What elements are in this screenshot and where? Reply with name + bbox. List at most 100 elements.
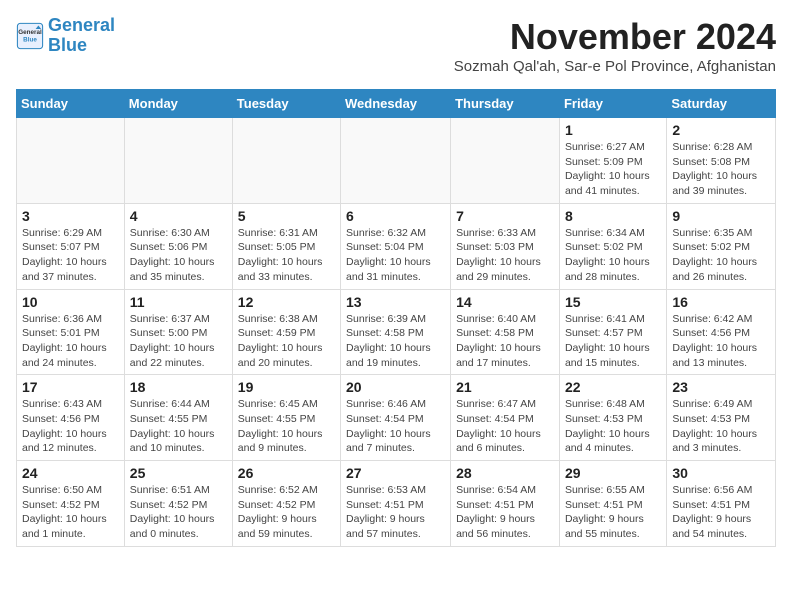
calendar-cell: 10Sunrise: 6:36 AMSunset: 5:01 PMDayligh… [17, 289, 125, 375]
calendar-cell: 3Sunrise: 6:29 AMSunset: 5:07 PMDaylight… [17, 203, 125, 289]
weekday-header-sunday: Sunday [17, 90, 125, 118]
day-info: Sunrise: 6:33 AMSunset: 5:03 PMDaylight:… [456, 226, 554, 285]
calendar-cell [341, 118, 451, 204]
day-info: Sunrise: 6:40 AMSunset: 4:58 PMDaylight:… [456, 312, 554, 371]
calendar-cell: 6 Sunrise: 6:32 AMSunset: 5:04 PMDaylight… [341, 203, 451, 289]
day-number: 5 [238, 208, 335, 224]
day-number: 25 [130, 465, 227, 481]
location-subtitle: Sozmah Qal'ah, Sar-e Pol Province, Afgha… [454, 58, 776, 75]
day-number: 6 [346, 208, 445, 224]
day-info: Sunrise: 6:42 AMSunset: 4:56 PMDaylight:… [672, 312, 770, 371]
calendar-cell: 16 Sunrise: 6:42 AMSunset: 4:56 PMDayligh… [667, 289, 776, 375]
day-info: Sunrise: 6:45 AMSunset: 4:55 PMDaylight:… [238, 397, 335, 456]
calendar-cell: 23 Sunrise: 6:49 AMSunset: 4:53 PMDayligh… [667, 375, 776, 461]
day-number: 21 [456, 379, 554, 395]
calendar-cell: 24Sunrise: 6:50 AMSunset: 4:52 PMDayligh… [17, 461, 125, 547]
day-info: Sunrise: 6:51 AMSunset: 4:52 PMDaylight:… [130, 483, 227, 542]
weekday-header-friday: Friday [559, 90, 666, 118]
month-title: November 2024 [454, 16, 776, 58]
day-number: 2 [672, 122, 770, 138]
calendar-cell: 21 Sunrise: 6:47 AMSunset: 4:54 PMDayligh… [451, 375, 560, 461]
day-number: 8 [565, 208, 661, 224]
day-info: Sunrise: 6:41 AMSunset: 4:57 PMDaylight:… [565, 312, 661, 371]
calendar-cell: 28 Sunrise: 6:54 AMSunset: 4:51 PMDayligh… [451, 461, 560, 547]
calendar-cell: 13 Sunrise: 6:39 AMSunset: 4:58 PMDayligh… [341, 289, 451, 375]
weekday-header-row: SundayMondayTuesdayWednesdayThursdayFrid… [17, 90, 776, 118]
weekday-header-thursday: Thursday [451, 90, 560, 118]
day-info: Sunrise: 6:43 AMSunset: 4:56 PMDaylight:… [22, 397, 119, 456]
calendar-cell: 27 Sunrise: 6:53 AMSunset: 4:51 PMDayligh… [341, 461, 451, 547]
calendar-cell: 17Sunrise: 6:43 AMSunset: 4:56 PMDayligh… [17, 375, 125, 461]
calendar-cell: 9 Sunrise: 6:35 AMSunset: 5:02 PMDaylight… [667, 203, 776, 289]
calendar-week-row: 17Sunrise: 6:43 AMSunset: 4:56 PMDayligh… [17, 375, 776, 461]
calendar-week-row: 1 Sunrise: 6:27 AMSunset: 5:09 PMDaylight… [17, 118, 776, 204]
calendar-cell: 18Sunrise: 6:44 AMSunset: 4:55 PMDayligh… [124, 375, 232, 461]
day-number: 16 [672, 294, 770, 310]
weekday-header-tuesday: Tuesday [232, 90, 340, 118]
day-info: Sunrise: 6:44 AMSunset: 4:55 PMDaylight:… [130, 397, 227, 456]
calendar-cell: 29 Sunrise: 6:55 AMSunset: 4:51 PMDayligh… [559, 461, 666, 547]
day-number: 26 [238, 465, 335, 481]
day-info: Sunrise: 6:27 AMSunset: 5:09 PMDaylight:… [565, 140, 661, 199]
calendar-cell: 30Sunrise: 6:56 AMSunset: 4:51 PMDayligh… [667, 461, 776, 547]
calendar-cell: 14 Sunrise: 6:40 AMSunset: 4:58 PMDayligh… [451, 289, 560, 375]
day-number: 1 [565, 122, 661, 138]
day-info: Sunrise: 6:39 AMSunset: 4:58 PMDaylight:… [346, 312, 445, 371]
calendar-cell [451, 118, 560, 204]
day-info: Sunrise: 6:49 AMSunset: 4:53 PMDaylight:… [672, 397, 770, 456]
day-info: Sunrise: 6:30 AMSunset: 5:06 PMDaylight:… [130, 226, 227, 285]
calendar-cell: 19 Sunrise: 6:45 AMSunset: 4:55 PMDayligh… [232, 375, 340, 461]
day-number: 13 [346, 294, 445, 310]
day-number: 14 [456, 294, 554, 310]
calendar-cell: 25 Sunrise: 6:51 AMSunset: 4:52 PMDayligh… [124, 461, 232, 547]
calendar-table: SundayMondayTuesdayWednesdayThursdayFrid… [16, 89, 776, 547]
calendar-cell: 20Sunrise: 6:46 AMSunset: 4:54 PMDayligh… [341, 375, 451, 461]
day-number: 20 [346, 379, 445, 395]
day-info: Sunrise: 6:48 AMSunset: 4:53 PMDaylight:… [565, 397, 661, 456]
calendar-week-row: 3Sunrise: 6:29 AMSunset: 5:07 PMDaylight… [17, 203, 776, 289]
title-section: November 2024 Sozmah Qal'ah, Sar-e Pol P… [454, 16, 776, 83]
day-info: Sunrise: 6:36 AMSunset: 5:01 PMDaylight:… [22, 312, 119, 371]
day-number: 4 [130, 208, 227, 224]
weekday-header-wednesday: Wednesday [341, 90, 451, 118]
day-number: 24 [22, 465, 119, 481]
day-info: Sunrise: 6:52 AMSunset: 4:52 PMDaylight:… [238, 483, 335, 542]
day-info: Sunrise: 6:31 AMSunset: 5:05 PMDaylight:… [238, 226, 335, 285]
day-number: 11 [130, 294, 227, 310]
calendar-cell: 8Sunrise: 6:34 AMSunset: 5:02 PMDaylight… [559, 203, 666, 289]
calendar-cell: 5 Sunrise: 6:31 AMSunset: 5:05 PMDaylight… [232, 203, 340, 289]
day-info: Sunrise: 6:32 AMSunset: 5:04 PMDaylight:… [346, 226, 445, 285]
day-number: 15 [565, 294, 661, 310]
calendar-cell: 26 Sunrise: 6:52 AMSunset: 4:52 PMDayligh… [232, 461, 340, 547]
calendar-cell: 22Sunrise: 6:48 AMSunset: 4:53 PMDayligh… [559, 375, 666, 461]
calendar-cell [17, 118, 125, 204]
day-info: Sunrise: 6:54 AMSunset: 4:51 PMDaylight:… [456, 483, 554, 542]
day-number: 27 [346, 465, 445, 481]
calendar-cell: 4 Sunrise: 6:30 AMSunset: 5:06 PMDaylight… [124, 203, 232, 289]
weekday-header-saturday: Saturday [667, 90, 776, 118]
day-number: 30 [672, 465, 770, 481]
day-number: 7 [456, 208, 554, 224]
day-info: Sunrise: 6:53 AMSunset: 4:51 PMDaylight:… [346, 483, 445, 542]
calendar-cell: 1 Sunrise: 6:27 AMSunset: 5:09 PMDaylight… [559, 118, 666, 204]
day-info: Sunrise: 6:35 AMSunset: 5:02 PMDaylight:… [672, 226, 770, 285]
calendar-week-row: 24Sunrise: 6:50 AMSunset: 4:52 PMDayligh… [17, 461, 776, 547]
day-number: 23 [672, 379, 770, 395]
day-info: Sunrise: 6:29 AMSunset: 5:07 PMDaylight:… [22, 226, 119, 285]
calendar-week-row: 10Sunrise: 6:36 AMSunset: 5:01 PMDayligh… [17, 289, 776, 375]
calendar-cell: 11 Sunrise: 6:37 AMSunset: 5:00 PMDayligh… [124, 289, 232, 375]
day-info: Sunrise: 6:55 AMSunset: 4:51 PMDaylight:… [565, 483, 661, 542]
svg-text:Blue: Blue [23, 36, 37, 43]
day-info: Sunrise: 6:47 AMSunset: 4:54 PMDaylight:… [456, 397, 554, 456]
calendar-cell: 15 Sunrise: 6:41 AMSunset: 4:57 PMDayligh… [559, 289, 666, 375]
day-info: Sunrise: 6:28 AMSunset: 5:08 PMDaylight:… [672, 140, 770, 199]
day-number: 28 [456, 465, 554, 481]
day-info: Sunrise: 6:38 AMSunset: 4:59 PMDaylight:… [238, 312, 335, 371]
weekday-header-monday: Monday [124, 90, 232, 118]
calendar-cell: 12Sunrise: 6:38 AMSunset: 4:59 PMDayligh… [232, 289, 340, 375]
day-number: 19 [238, 379, 335, 395]
day-info: Sunrise: 6:37 AMSunset: 5:00 PMDaylight:… [130, 312, 227, 371]
calendar-cell [124, 118, 232, 204]
day-number: 29 [565, 465, 661, 481]
day-number: 9 [672, 208, 770, 224]
